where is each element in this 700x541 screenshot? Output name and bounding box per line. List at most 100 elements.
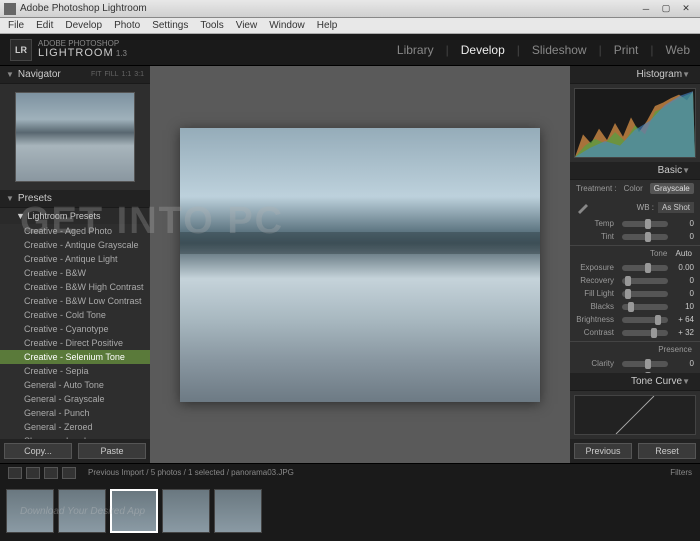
preset-item[interactable]: General - Zeroed <box>0 420 150 434</box>
slider-track[interactable] <box>622 361 668 367</box>
treatment-grayscale[interactable]: Grayscale <box>650 183 694 194</box>
preset-item[interactable]: Creative - Antique Light <box>0 252 150 266</box>
preset-item[interactable]: Creative - Cold Tone <box>0 308 150 322</box>
slider-handle[interactable] <box>625 289 631 299</box>
nav-mode-1to1[interactable]: 1:1 <box>122 71 132 78</box>
slider-track[interactable] <box>622 278 668 284</box>
slider-track[interactable] <box>622 265 668 271</box>
module-slideshow[interactable]: Slideshow <box>532 43 587 57</box>
filmstrip-thumb-selected[interactable] <box>110 489 158 533</box>
preset-item[interactable]: Creative - B&W <box>0 266 150 280</box>
prev-reset-bar: Previous Reset <box>570 439 700 463</box>
menu-settings[interactable]: Settings <box>146 20 194 31</box>
filmstrip-thumb[interactable] <box>6 489 54 533</box>
slider-value: 0 <box>672 276 694 285</box>
slider-handle[interactable] <box>645 219 651 229</box>
filters-label[interactable]: Filters <box>670 468 692 477</box>
nav-mode-fit[interactable]: FIT <box>91 71 102 78</box>
slider-label: Brightness <box>576 315 614 324</box>
slider-label: Blacks <box>576 302 614 311</box>
histogram-display[interactable] <box>574 88 696 158</box>
breadcrumb: Previous Import / 5 photos / 1 selected … <box>88 468 294 477</box>
module-library[interactable]: Library <box>397 43 434 57</box>
wb-select[interactable]: As Shot <box>658 202 694 213</box>
preset-group[interactable]: ▼ Lightroom Presets <box>0 208 150 224</box>
maximize-button[interactable]: ▢ <box>656 2 676 16</box>
slider-track[interactable] <box>622 234 668 240</box>
reset-button[interactable]: Reset <box>638 443 696 459</box>
menu-file[interactable]: File <box>2 20 30 31</box>
tone-section: Tone Auto <box>570 245 700 261</box>
app-icon <box>4 3 16 15</box>
tonecurve-header[interactable]: Tone Curve ▼ <box>570 373 700 391</box>
preset-item[interactable]: Creative - B&W High Contrast <box>0 280 150 294</box>
preset-item[interactable]: Creative - Direct Positive <box>0 336 150 350</box>
navigator-thumbnail[interactable] <box>15 92 135 182</box>
filmstrip-thumb[interactable] <box>162 489 210 533</box>
menu-develop[interactable]: Develop <box>59 20 108 31</box>
treatment-color[interactable]: Color <box>620 183 647 194</box>
slider-contrast: Contrast+ 32 <box>570 326 700 339</box>
slider-tint: Tint0 <box>570 230 700 243</box>
slider-label: Tint <box>576 232 614 241</box>
slider-temp: Temp0 <box>570 217 700 230</box>
menu-help[interactable]: Help <box>311 20 344 31</box>
slider-handle[interactable] <box>645 232 651 242</box>
preset-item[interactable]: General - Grayscale <box>0 392 150 406</box>
preset-item[interactable]: General - Auto Tone <box>0 378 150 392</box>
slider-track[interactable] <box>622 317 668 323</box>
slider-track[interactable] <box>622 221 668 227</box>
navigator-header[interactable]: ▼ Navigator FIT FILL 1:1 3:1 <box>0 66 150 84</box>
copy-button[interactable]: Copy... <box>4 443 72 459</box>
preset-item[interactable]: Creative - Sepia <box>0 364 150 378</box>
tone-curve-display[interactable] <box>574 395 696 435</box>
slider-value: 10 <box>672 302 694 311</box>
tone-auto-button[interactable]: Auto <box>676 249 692 258</box>
presets-header[interactable]: ▼ Presets <box>0 190 150 208</box>
slider-handle[interactable] <box>645 263 651 273</box>
slider-track[interactable] <box>622 291 668 297</box>
paste-button[interactable]: Paste <box>78 443 146 459</box>
menu-photo[interactable]: Photo <box>108 20 146 31</box>
preset-item[interactable]: Creative - B&W Low Contrast <box>0 294 150 308</box>
module-develop[interactable]: Develop <box>461 43 505 57</box>
left-panel: ▼ Navigator FIT FILL 1:1 3:1 ▼ Presets ▼… <box>0 66 150 463</box>
menubar: FileEditDevelopPhotoSettingsToolsViewWin… <box>0 18 700 34</box>
wb-picker-icon[interactable] <box>576 200 590 214</box>
grid-view-icon[interactable] <box>8 467 22 479</box>
preset-item[interactable]: Creative - Aged Photo <box>0 224 150 238</box>
slider-track[interactable] <box>622 330 668 336</box>
loupe-view-icon[interactable] <box>26 467 40 479</box>
slider-handle[interactable] <box>655 315 661 325</box>
basic-header[interactable]: Basic ▼ <box>570 162 700 180</box>
preset-item[interactable]: Creative - Selenium Tone <box>0 350 150 364</box>
slider-handle[interactable] <box>645 372 651 374</box>
compare-view-icon[interactable] <box>44 467 58 479</box>
nav-mode-3to1[interactable]: 3:1 <box>134 71 144 78</box>
minimize-button[interactable]: ─ <box>636 2 656 16</box>
module-web[interactable]: Web <box>666 43 690 57</box>
slider-track[interactable] <box>622 304 668 310</box>
menu-view[interactable]: View <box>230 20 264 31</box>
slider-value: 0 <box>672 359 694 368</box>
module-print[interactable]: Print <box>614 43 639 57</box>
close-button[interactable]: ✕ <box>676 2 696 16</box>
preset-item[interactable]: Creative - Antique Grayscale <box>0 238 150 252</box>
histogram-header[interactable]: Histogram ▼ <box>570 66 700 84</box>
previous-button[interactable]: Previous <box>574 443 632 459</box>
preset-item[interactable]: General - Punch <box>0 406 150 420</box>
preset-item[interactable]: Creative - Cyanotype <box>0 322 150 336</box>
survey-view-icon[interactable] <box>62 467 76 479</box>
filmstrip-thumb[interactable] <box>214 489 262 533</box>
menu-tools[interactable]: Tools <box>194 20 229 31</box>
photo-preview[interactable] <box>180 128 540 402</box>
menu-window[interactable]: Window <box>263 20 311 31</box>
slider-handle[interactable] <box>645 359 651 369</box>
version: 1.3 <box>116 49 127 58</box>
slider-handle[interactable] <box>625 276 631 286</box>
filmstrip-thumb[interactable] <box>58 489 106 533</box>
nav-mode-fill[interactable]: FILL <box>105 71 119 78</box>
menu-edit[interactable]: Edit <box>30 20 59 31</box>
slider-handle[interactable] <box>628 302 634 312</box>
slider-handle[interactable] <box>651 328 657 338</box>
